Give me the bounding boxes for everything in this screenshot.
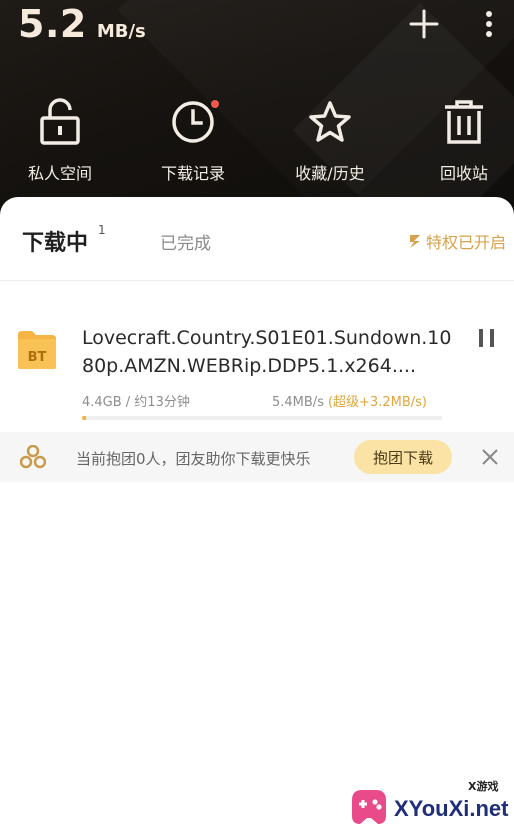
more-menu-button[interactable] (474, 6, 504, 42)
team-icon (19, 444, 47, 473)
add-download-button[interactable] (404, 4, 444, 44)
download-speed-value: 5.4MB/s (272, 395, 324, 410)
speed-unit: MB/s (96, 21, 146, 42)
plus-icon (409, 9, 439, 39)
recycle-bin-button[interactable]: 回收站 (404, 96, 514, 184)
more-vertical-icon (486, 11, 492, 37)
team-status-text: 当前抱团0人，团友助你下载更快乐 (76, 450, 311, 468)
team-download-banner: 当前抱团0人，团友助你下载更快乐 抱团下载 (0, 432, 514, 482)
privilege-icon (409, 235, 420, 248)
tab-downloading[interactable]: 下载中 (22, 225, 88, 257)
privilege-status[interactable]: 特权已开启 (408, 229, 506, 253)
favorites-history-button[interactable]: 收藏/历史 (270, 96, 390, 184)
unlock-icon (0, 96, 120, 148)
private-space-button[interactable]: 私人空间 (0, 96, 120, 184)
clock-icon (133, 96, 253, 148)
quick-action-label: 回收站 (439, 164, 488, 183)
close-banner-button[interactable] (480, 447, 500, 471)
speed-value: 5.2 (18, 2, 87, 46)
close-icon (482, 449, 498, 465)
download-speed: 5.4MB/s (超级+3.2MB/s) (272, 391, 427, 410)
quick-action-label: 收藏/历史 (295, 164, 365, 183)
download-size-eta: 4.4GB / 约13分钟 (82, 395, 190, 410)
tab-completed[interactable]: 已完成 (160, 229, 211, 254)
download-progress-bar (82, 416, 442, 420)
quick-action-label: 私人空间 (27, 164, 92, 183)
file-type-label: BT (28, 350, 47, 365)
super-boost-speed: (超级+3.2MB/s) (327, 395, 427, 410)
download-history-button[interactable]: 下载记录 (133, 96, 253, 184)
bt-file-icon: BT (16, 327, 58, 375)
privilege-label: 特权已开启 (425, 233, 506, 252)
download-progress-fill (82, 416, 86, 420)
team-download-button[interactable]: 抱团下载 (354, 440, 452, 474)
pause-icon (479, 329, 494, 347)
pause-button[interactable] (476, 327, 498, 353)
star-icon (270, 96, 390, 148)
notification-dot (211, 100, 219, 108)
quick-action-label: 下载记录 (160, 164, 225, 183)
divider (0, 280, 514, 281)
downloading-count-badge: 1 (98, 223, 106, 237)
header: 5.2 MB/s 私人空间 下载记录 收藏/历史 回收站 (0, 0, 514, 215)
download-file-name[interactable]: Lovecraft.Country.S01E01.Sundown.1080p.A… (82, 324, 452, 380)
downloads-panel: 下载中 1 已完成 特权已开启 BT Lovecraft.Country.S01… (0, 197, 514, 837)
total-speed: 5.2 MB/s (18, 2, 146, 46)
trash-icon (404, 96, 514, 148)
